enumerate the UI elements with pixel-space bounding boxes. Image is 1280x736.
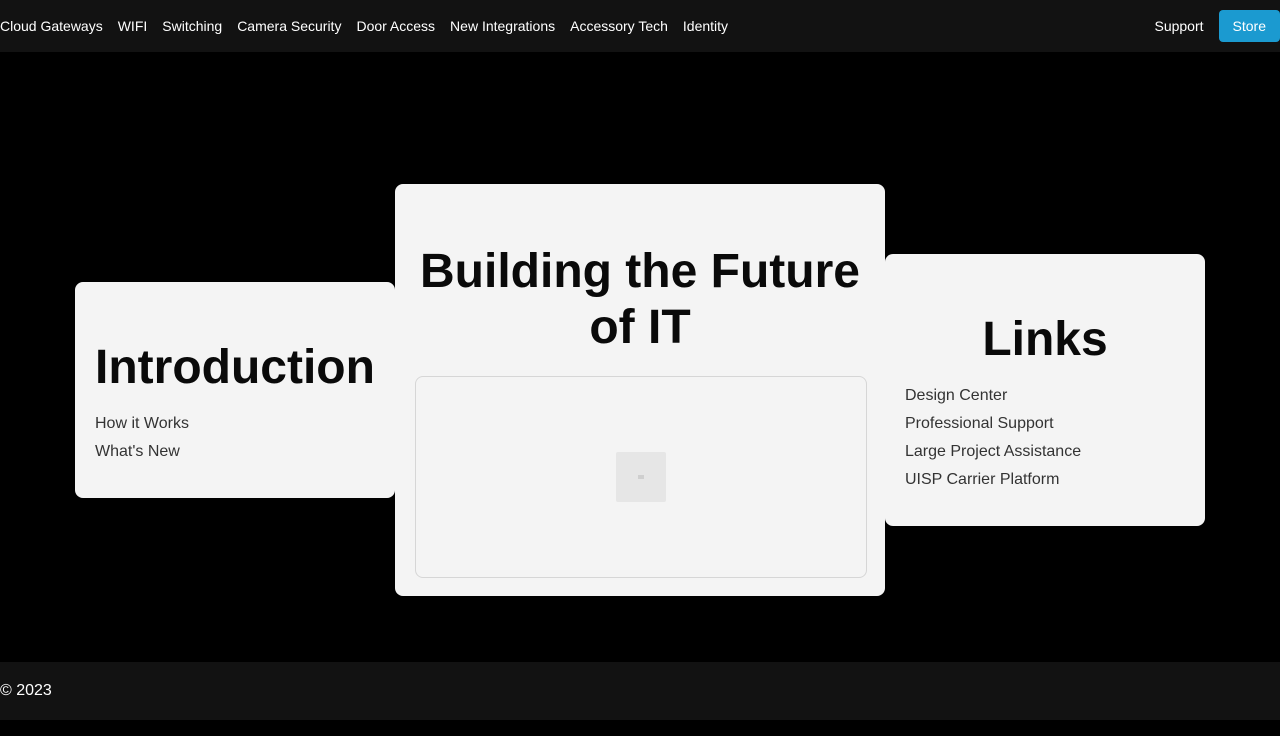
introduction-card: Introduction How it Works What's New [75, 282, 395, 498]
image-placeholder-icon [616, 452, 666, 502]
main-nav: Cloud Gateways WIFI Switching Camera Sec… [0, 0, 743, 52]
nav-item-accessory-tech[interactable]: Accessory Tech [570, 18, 668, 34]
introduction-heading: Introduction [95, 341, 375, 394]
nav-item-identity[interactable]: Identity [683, 18, 728, 34]
large-project-assistance-link[interactable]: Large Project Assistance [905, 438, 1185, 466]
design-center-link[interactable]: Design Center [905, 382, 1185, 410]
nav-item-new-integrations[interactable]: New Integrations [450, 18, 555, 34]
introduction-links: How it Works What's New [95, 410, 375, 466]
links-card: Links Design Center Professional Support… [885, 254, 1205, 526]
top-navigation: Cloud Gateways WIFI Switching Camera Sec… [0, 0, 1280, 52]
copyright-text: © 2023 [0, 682, 52, 699]
hero-media-frame [415, 376, 867, 578]
hero-heading: Building the Future of IT [420, 245, 860, 354]
nav-item-wifi[interactable]: WIFI [118, 18, 148, 34]
support-link[interactable]: Support [1154, 18, 1203, 34]
nav-item-switching[interactable]: Switching [162, 18, 222, 34]
uisp-carrier-platform-link[interactable]: UISP Carrier Platform [905, 466, 1185, 494]
links-list: Design Center Professional Support Large… [905, 382, 1185, 494]
nav-actions: Support Store [1154, 0, 1280, 52]
hero-card: Building the Future of IT [395, 184, 885, 596]
professional-support-link[interactable]: Professional Support [905, 410, 1185, 438]
nav-item-door-access[interactable]: Door Access [356, 18, 435, 34]
nav-item-cloud-gateways[interactable]: Cloud Gateways [0, 18, 103, 34]
links-heading: Links [982, 313, 1108, 366]
store-button[interactable]: Store [1218, 10, 1280, 42]
page-footer: © 2023 [0, 662, 1280, 720]
nav-item-camera-security[interactable]: Camera Security [237, 18, 341, 34]
whats-new-link[interactable]: What's New [95, 438, 375, 466]
how-it-works-link[interactable]: How it Works [95, 410, 375, 438]
